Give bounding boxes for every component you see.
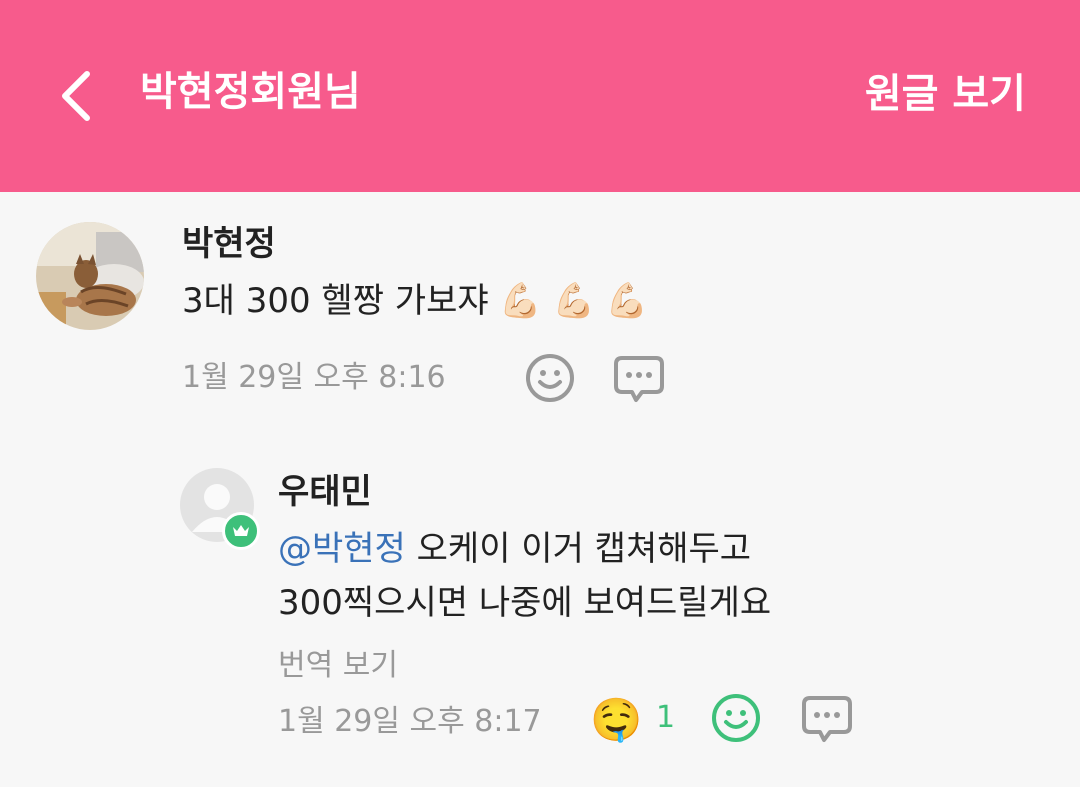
page-title: 박현정회원님 [140,69,361,115]
crown-icon [233,525,249,536]
smiley-icon [526,354,574,402]
chevron-left-icon [62,71,90,121]
mention-link[interactable]: @박현정 [278,529,406,569]
add-reaction-button-reply[interactable] [710,692,762,744]
add-reaction-button[interactable] [524,352,576,404]
reply-text-part: 오케이 이거 캡쳐해두고 [405,529,752,569]
reaction-chip[interactable]: 🤤 1 [590,694,680,746]
smiley-icon [712,694,760,742]
comment-text: 3대 300 헬짱 가보쟈 💪🏻 💪🏻 💪🏻 [182,281,649,321]
reaction-count: 1 [656,700,676,735]
comment-author[interactable]: 박현정 [182,222,276,266]
cat-photo-avatar [36,222,144,330]
reply-button-reply[interactable] [800,692,852,744]
translate-button[interactable]: 번역 보기 [278,646,398,686]
reply-timestamp: 1월 29일 오후 8:17 [278,704,542,739]
drooling-face-emoji: 🤤 [590,695,643,744]
back-button[interactable] [50,66,100,126]
view-original-button[interactable]: 원글 보기 [865,64,1026,124]
speech-bubble-icon [614,356,664,402]
app-header: 박현정회원님 원글 보기 [0,0,1080,192]
reply-author[interactable]: 우태민 [278,470,372,514]
reply-text-line1: @박현정 오케이 이거 캡쳐해두고 [278,526,751,572]
speech-bubble-icon [802,696,852,742]
comment-timestamp: 1월 29일 오후 8:16 [182,360,446,395]
host-badge [222,512,260,550]
reply-button[interactable] [612,352,664,404]
reply-text-line2: 300찍으시면 나중에 보여드릴게요 [278,583,772,623]
avatar-cat-photo[interactable] [36,222,144,330]
